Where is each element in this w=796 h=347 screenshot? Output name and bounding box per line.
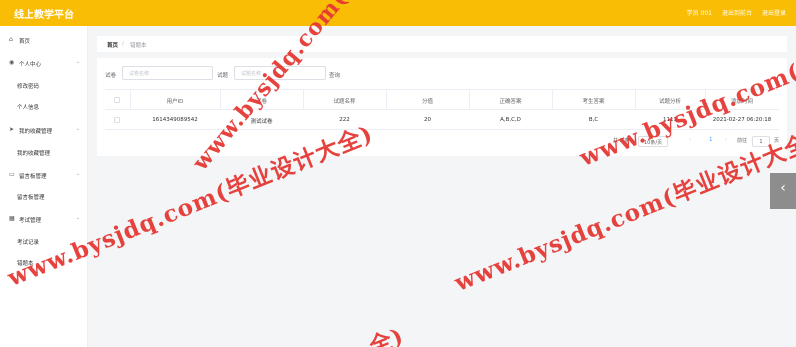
cell-paper: 测试试卷 — [250, 119, 273, 125]
pagination-current-page[interactable]: 1 — [709, 137, 713, 143]
table-row[interactable]: 1614349089542 测试试卷 222 20 A,B,C,D B,C 11… — [105, 110, 779, 130]
chevron-down-icon: ⌄ — [75, 59, 80, 65]
next-page-button[interactable]: › — [725, 137, 727, 143]
sidebar-item-favorites[interactable]: 我的收藏管理 — [0, 146, 88, 158]
table-header: 用户ID 试卷 试题名称 分值 正确答案 考生答案 试题分析 添加时间 — [105, 90, 779, 110]
sidebar-item-wrong-questions[interactable]: 错题本 — [0, 256, 88, 268]
chevron-down-icon: ⌄ — [75, 171, 80, 177]
cell-user-id: 1614349089542 — [152, 117, 198, 123]
cell-student-answer: B,C — [588, 117, 599, 123]
back-to-frontend-link[interactable]: 退出到前台 — [722, 8, 752, 17]
grid-icon: ▦ — [9, 215, 15, 222]
sidebar-item-exam-records[interactable]: 考试记录 — [0, 235, 88, 247]
cell-analysis: 1111 — [663, 117, 677, 123]
column-header-paper[interactable]: 试卷 — [220, 97, 303, 105]
sidebar-group-personal[interactable]: ◉ 个人中心 ⌄ — [0, 56, 88, 70]
prev-page-button[interactable]: ‹ — [689, 137, 691, 143]
cell-correct-answer: A,B,C,D — [500, 117, 521, 123]
content-panel: 试卷 试卷名称 试题 试题名称 查询 用户ID 试卷 试题名称 分值 正确答案 … — [97, 58, 787, 156]
breadcrumb: 首页 / 错题本 — [97, 36, 787, 52]
page-size-select[interactable]: 10条/页 — [638, 136, 668, 147]
side-drawer-toggle[interactable]: ‹ — [770, 173, 796, 209]
sidebar-item-profile[interactable]: 个人信息 — [0, 100, 88, 112]
top-bar: 线上教学平台 学员 001 退出到前台 退出登录 — [0, 0, 796, 26]
breadcrumb-home[interactable]: 首页 — [107, 41, 118, 49]
sidebar-group-favorites[interactable]: ➤ 我的收藏管理 ⌄ — [0, 123, 88, 137]
page-unit-label: 页 — [774, 138, 780, 144]
column-header-question[interactable]: 试题名称 — [303, 97, 386, 105]
message-icon: ▭ — [9, 171, 15, 178]
breadcrumb-current: 错题本 — [130, 43, 147, 49]
paper-label: 试卷 — [105, 73, 117, 79]
home-icon: ⌂ — [9, 36, 13, 43]
sidebar-item-messages[interactable]: 留言板管理 — [0, 190, 88, 202]
top-links: 学员 001 退出到前台 退出登录 — [687, 8, 786, 17]
paper-search-input[interactable]: 试卷名称 — [122, 66, 213, 80]
question-label: 试题 — [217, 73, 229, 79]
chevron-down-icon: ⌄ — [75, 215, 80, 221]
column-header-score[interactable]: 分值 — [386, 97, 469, 105]
column-header-added-time[interactable]: 添加时间 — [705, 97, 779, 105]
watermark-text: 全) — [365, 322, 408, 347]
data-table: 用户ID 试卷 试题名称 分值 正确答案 考生答案 试题分析 添加时间 1614… — [105, 89, 779, 130]
column-header-correct-answer[interactable]: 正确答案 — [469, 97, 552, 105]
goto-page-input[interactable]: 1 — [752, 136, 770, 147]
chevron-down-icon: ⌄ — [75, 126, 80, 132]
row-checkbox[interactable] — [114, 117, 120, 123]
select-all-checkbox[interactable] — [114, 97, 120, 103]
chevron-left-icon: ‹ — [780, 180, 786, 196]
sidebar-group-messages[interactable]: ▭ 留言板管理 ⌄ — [0, 168, 88, 182]
sidebar: ⌂ 首页 ◉ 个人中心 ⌄ 修改密码 个人信息 ➤ 我的收藏管理 ⌄ 我的收藏管… — [0, 26, 88, 347]
sidebar-item-change-password[interactable]: 修改密码 — [0, 79, 88, 91]
column-header-analysis[interactable]: 试题分析 — [635, 97, 705, 105]
app-title: 线上教学平台 — [14, 10, 74, 21]
breadcrumb-separator: / — [122, 41, 124, 47]
user-icon: ◉ — [9, 59, 15, 66]
cell-question: 222 — [339, 117, 350, 123]
column-header-student-answer[interactable]: 考生答案 — [552, 97, 635, 105]
cell-score: 20 — [424, 117, 431, 123]
goto-label: 前往 — [737, 138, 748, 144]
query-button[interactable]: 查询 — [329, 67, 351, 81]
sidebar-item-home[interactable]: ⌂ 首页 — [0, 33, 88, 47]
pagination-total: 共 1 条 — [613, 138, 630, 144]
sidebar-group-exams[interactable]: ▦ 考试管理 ⌄ — [0, 212, 88, 226]
cell-added-time: 2021-02-27 06:20:18 — [712, 117, 772, 123]
column-header-user-id[interactable]: 用户ID — [130, 97, 220, 105]
send-icon: ➤ — [9, 126, 15, 133]
user-name-link[interactable]: 学员 001 — [687, 8, 712, 17]
question-search-input[interactable]: 试题名称 — [234, 66, 326, 80]
logout-link[interactable]: 退出登录 — [762, 8, 786, 17]
